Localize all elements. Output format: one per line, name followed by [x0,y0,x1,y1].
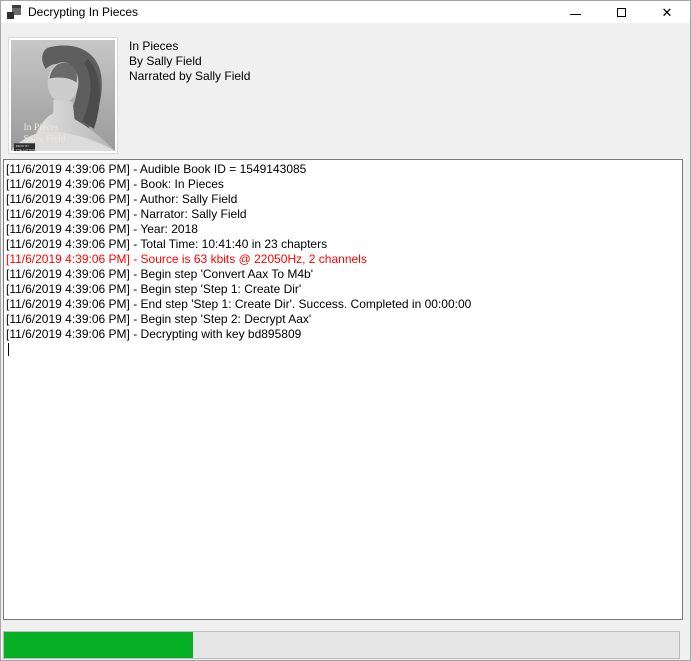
progress-bar-fill [4,632,193,658]
log-line: [11/6/2019 4:39:06 PM] - Audible Book ID… [6,162,679,177]
log-line: [11/6/2019 4:39:06 PM] - Begin step 'Ste… [6,312,679,327]
maximize-icon [617,8,626,17]
app-icon [7,5,21,19]
log-caret-line [6,342,679,357]
book-author: By Sally Field [129,54,250,69]
book-narrator: Narrated by Sally Field [129,69,250,84]
log-line: [11/6/2019 4:39:06 PM] - Year: 2018 [6,222,679,237]
close-button[interactable]: ✕ [644,1,690,23]
book-header: In Pieces Sally Field READ BY THE AUTHOR… [1,23,690,159]
close-icon: ✕ [662,6,673,19]
progress-bar [3,631,680,659]
log-line: [11/6/2019 4:39:06 PM] - Book: In Pieces [6,177,679,192]
cover-author-text: Sally Field [24,133,66,144]
log-line: [11/6/2019 4:39:06 PM] - End step 'Step … [6,297,679,312]
window-title: Decrypting In Pieces [28,1,138,23]
log-line: [11/6/2019 4:39:06 PM] - Begin step 'Con… [6,267,679,282]
title-bar[interactable]: Decrypting In Pieces ✕ [1,1,690,23]
log-line: [11/6/2019 4:39:06 PM] - Narrator: Sally… [6,207,679,222]
cover-badge-line2: THE AUTHOR [16,148,37,151]
log-line: [11/6/2019 4:39:06 PM] - Total Time: 10:… [6,237,679,252]
cover-title-text: In Pieces [24,122,59,133]
log-line: [11/6/2019 4:39:06 PM] - Source is 63 kb… [6,252,679,267]
text-caret [8,343,9,356]
log-line: [11/6/2019 4:39:06 PM] - Begin step 'Ste… [6,282,679,297]
log-lines: [11/6/2019 4:39:06 PM] - Audible Book ID… [4,160,682,357]
minimize-button[interactable] [552,1,598,23]
app-window: Decrypting In Pieces ✕ [0,0,691,661]
maximize-button[interactable] [598,1,644,23]
log-line: [11/6/2019 4:39:06 PM] - Decrypting with… [6,327,679,342]
log-line: [11/6/2019 4:39:06 PM] - Author: Sally F… [6,192,679,207]
book-cover-art: In Pieces Sally Field READ BY THE AUTHOR [9,38,117,153]
book-meta: In Pieces By Sally Field Narrated by Sal… [129,39,250,84]
window-controls: ✕ [552,1,690,23]
log-area[interactable]: [11/6/2019 4:39:06 PM] - Audible Book ID… [3,159,683,620]
book-title: In Pieces [129,39,250,54]
minimize-icon [570,14,581,15]
cover-illustration: In Pieces Sally Field READ BY THE AUTHOR [11,40,115,151]
